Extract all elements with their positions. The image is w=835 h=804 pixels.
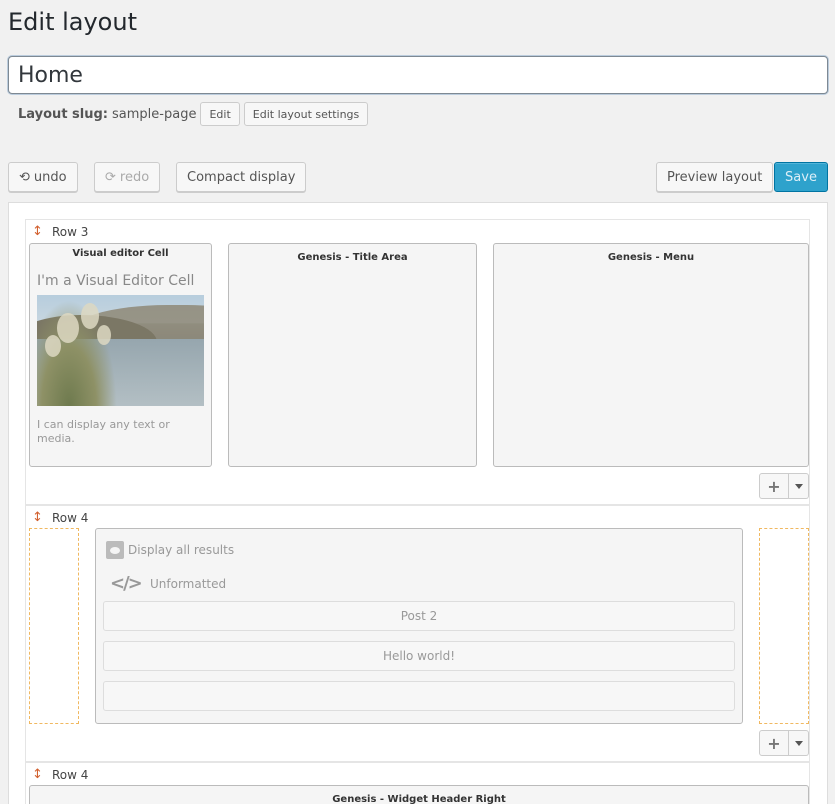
view-source-label: Display all results [128, 543, 235, 557]
redo-label: redo [119, 169, 150, 185]
undo-label: undo [33, 169, 67, 185]
plus-icon[interactable]: + [759, 730, 789, 756]
layout-canvas: ↕ Row 3 Visual editor Cell I'm a Visual … [8, 202, 828, 804]
landscape-image [37, 295, 204, 406]
view-format-line: </> Unformatted [110, 573, 226, 594]
cell-heading: I'm a Visual Editor Cell [37, 273, 195, 289]
layout-name-input[interactable] [8, 56, 828, 94]
caret-down-icon[interactable] [789, 473, 809, 499]
slug-label: Layout slug: [18, 106, 109, 122]
row-header[interactable]: ↕ Row 4 [32, 767, 88, 782]
page-title: Edit layout [8, 8, 137, 36]
move-row-icon[interactable]: ↕ [32, 767, 43, 782]
cell-title: Genesis - Title Area [297, 252, 408, 263]
save-button[interactable]: Save [774, 162, 828, 192]
move-row-icon[interactable]: ↕ [32, 510, 43, 525]
row-header[interactable]: ↕ Row 4 [32, 510, 88, 525]
cell-title: Genesis - Widget Header Right [332, 794, 506, 804]
row-header[interactable]: ↕ Row 3 [32, 224, 88, 239]
add-cell-group: + [759, 730, 809, 756]
compact-display-button[interactable]: Compact display [176, 162, 307, 192]
slug-value: sample-page [112, 106, 197, 122]
layout-row: ↕ Row 3 Visual editor Cell I'm a Visual … [25, 219, 810, 505]
empty-cell-placeholder-right[interactable] [759, 528, 809, 724]
row-label: Row 4 [52, 767, 89, 782]
row-label: Row 4 [52, 510, 89, 525]
redo-button[interactable]: ⟳ redo [94, 162, 161, 192]
move-row-icon[interactable]: ↕ [32, 224, 43, 239]
code-icon: </> [110, 573, 143, 594]
genesis-menu-cell[interactable]: Genesis - Menu [493, 243, 809, 467]
preview-layout-button[interactable]: Preview layout [656, 162, 774, 192]
view-result-item: Hello world! [103, 641, 735, 671]
cell-title: Genesis - Menu [607, 252, 695, 263]
views-cell[interactable]: Display all results </> Unformatted Post… [95, 528, 743, 724]
layout-slug-row: Layout slug: sample-page Edit Edit layou… [18, 102, 369, 126]
view-source-line: Display all results [106, 541, 234, 559]
layout-row: ↕ Row 4 Display all results </> Unformat… [25, 505, 810, 762]
edit-layout-settings-button[interactable]: Edit layout settings [243, 102, 369, 126]
redo-icon: ⟳ [105, 169, 116, 185]
undo-icon: ⟲ [19, 169, 30, 185]
view-result-item: Post 2 [103, 601, 735, 631]
view-result-item [103, 681, 735, 711]
edit-slug-button[interactable]: Edit [200, 102, 240, 126]
caret-down-icon[interactable] [789, 730, 809, 756]
layout-row: ↕ Row 4 Genesis - Widget Header Right [25, 762, 810, 804]
cell-text: I can display any text or media. [37, 418, 170, 445]
calendar-eye-icon [106, 541, 124, 559]
add-cell-group: + [759, 473, 809, 499]
plus-icon[interactable]: + [759, 473, 789, 499]
genesis-widget-header-right-cell[interactable]: Genesis - Widget Header Right [29, 785, 809, 804]
genesis-title-area-cell[interactable]: Genesis - Title Area [228, 243, 477, 467]
view-format-label: Unformatted [150, 576, 227, 591]
row-label: Row 3 [52, 224, 89, 239]
undo-button[interactable]: ⟲ undo [8, 162, 78, 192]
visual-editor-cell[interactable]: Visual editor Cell I'm a Visual Editor C… [29, 243, 212, 467]
empty-cell-placeholder-left[interactable] [29, 528, 79, 724]
cell-title: Visual editor Cell [72, 248, 169, 259]
